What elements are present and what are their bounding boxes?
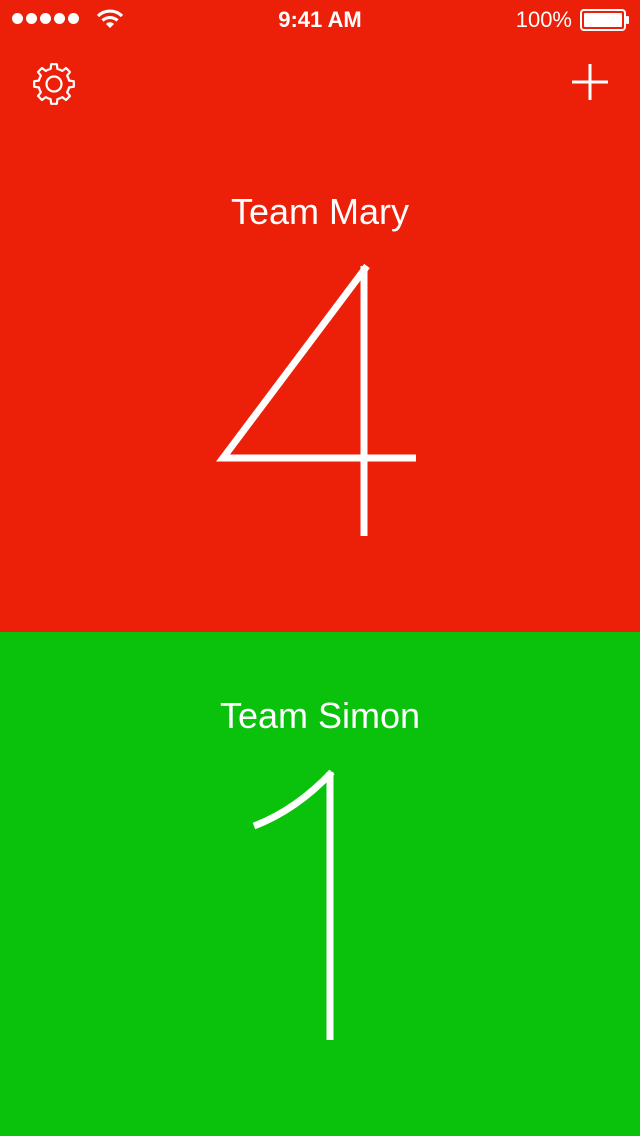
- battery-icon: [580, 9, 629, 31]
- status-bar: 9:41 AM 100%: [0, 0, 640, 40]
- scorekeeper-screen: 9:41 AM 100% Team Mary 4: [0, 0, 640, 1136]
- score-digit-four: [216, 263, 416, 536]
- settings-button[interactable]: [26, 56, 82, 112]
- add-team-button[interactable]: [566, 58, 614, 106]
- plus-icon: [572, 64, 608, 100]
- team-panel-simon[interactable]: Team Simon 1: [0, 632, 640, 1136]
- battery-percentage: 100%: [515, 7, 572, 32]
- team-name-simon: Team Simon: [219, 695, 421, 736]
- score-simon[interactable]: 1: [200, 752, 440, 1052]
- team-name-mary: Team Mary: [230, 191, 410, 232]
- score-digit-one: [252, 769, 335, 1040]
- team-panel-mary[interactable]: 9:41 AM 100% Team Mary 4: [0, 0, 640, 632]
- gear-icon: [33, 63, 75, 105]
- score-mary[interactable]: 4: [180, 250, 460, 550]
